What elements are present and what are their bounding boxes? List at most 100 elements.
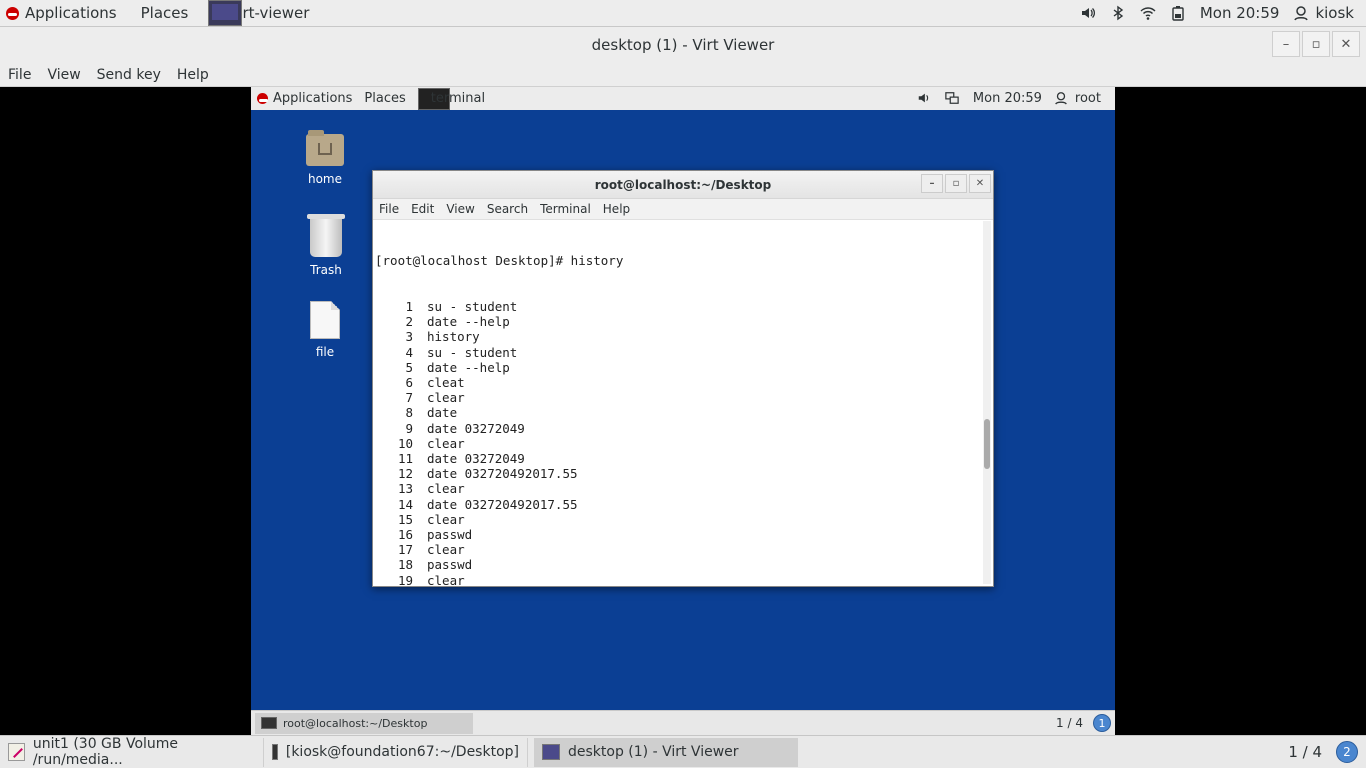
history-row: 6 cleat bbox=[375, 375, 983, 390]
window-title: desktop (1) - Virt Viewer bbox=[591, 36, 775, 54]
host-places-menu[interactable]: Places bbox=[129, 0, 201, 27]
history-command: passwd bbox=[427, 557, 473, 573]
guest-notification-badge[interactable]: 1 bbox=[1093, 714, 1111, 732]
history-row: 10 clear bbox=[375, 436, 983, 451]
trash-icon bbox=[307, 214, 345, 257]
host-taskbar-kiosk-terminal-label: [kiosk@foundation67:~/Desktop] bbox=[285, 744, 519, 760]
history-number: 18 bbox=[397, 557, 413, 573]
guest-network-icon[interactable] bbox=[945, 91, 961, 107]
host-notification-badge[interactable]: 2 bbox=[1336, 741, 1358, 763]
terminal-output[interactable]: [root@localhost Desktop]# history 1 su - … bbox=[373, 221, 983, 586]
history-row: 19 clear bbox=[375, 573, 983, 586]
terminal-scrollbar[interactable] bbox=[983, 221, 991, 584]
wifi-icon[interactable] bbox=[1140, 5, 1156, 21]
history-number: 2 bbox=[405, 314, 413, 330]
terminal-menu-view[interactable]: View bbox=[440, 202, 480, 216]
history-row: 14 date 032720492017.55 bbox=[375, 497, 983, 512]
guest-user-icon bbox=[1054, 91, 1070, 107]
terminal-menu-terminal[interactable]: Terminal bbox=[534, 202, 597, 216]
battery-icon[interactable] bbox=[1170, 5, 1186, 21]
guest-user-label: root bbox=[1074, 91, 1101, 106]
host-taskbar-kiosk-terminal[interactable]: [kiosk@foundation67:~/Desktop] bbox=[264, 737, 528, 767]
history-command: clear bbox=[427, 390, 465, 406]
terminal-close-icon[interactable]: ✕ bbox=[969, 174, 991, 193]
host-workspace-switcher[interactable]: 1 / 4 2 bbox=[1288, 741, 1366, 763]
desktop-icon-file[interactable]: file bbox=[295, 301, 355, 359]
menu-view[interactable]: View bbox=[39, 67, 88, 83]
window-controls: – ▫ ✕ bbox=[1272, 31, 1360, 57]
guest-applications-menu[interactable]: Applications bbox=[251, 91, 358, 106]
host-taskbar-virt-viewer-label: desktop (1) - Virt Viewer bbox=[568, 744, 739, 760]
host-topbar-task-virt-viewer[interactable]: Virt-viewer bbox=[200, 0, 317, 26]
history-number: 16 bbox=[397, 527, 413, 543]
history-row: 9 date 03272049 bbox=[375, 421, 983, 436]
guest-bottom-panel: root@localhost:~/Desktop 1 / 4 1 bbox=[251, 710, 1115, 735]
history-row: 13 clear bbox=[375, 481, 983, 496]
host-user-label: kiosk bbox=[1315, 4, 1354, 22]
user-icon bbox=[1293, 5, 1309, 21]
desktop-icon-trash[interactable]: Trash bbox=[296, 214, 356, 277]
bluetooth-icon[interactable] bbox=[1110, 5, 1126, 21]
history-command: clear bbox=[427, 572, 465, 586]
terminal-window[interactable]: root@localhost:~/Desktop – ▫ ✕ File Edit… bbox=[372, 170, 994, 587]
history-number: 6 bbox=[405, 375, 413, 391]
terminal-menu-file[interactable]: File bbox=[373, 202, 405, 216]
history-number: 17 bbox=[397, 542, 413, 558]
terminal-scrollbar-thumb[interactable] bbox=[984, 419, 990, 469]
history-row: 18 passwd bbox=[375, 557, 983, 572]
terminal-titlebar[interactable]: root@localhost:~/Desktop – ▫ ✕ bbox=[373, 171, 993, 199]
host-clock[interactable]: Mon 20:59 bbox=[1200, 4, 1280, 22]
volume-icon[interactable] bbox=[1080, 5, 1096, 21]
history-row: 16 passwd bbox=[375, 527, 983, 542]
terminal-prompt-line: [root@localhost Desktop]# history bbox=[375, 253, 624, 269]
host-applications-menu[interactable]: Applications bbox=[0, 0, 129, 27]
history-row: 5 date --help bbox=[375, 360, 983, 375]
desktop-icon-home[interactable]: home bbox=[295, 130, 355, 186]
guest-top-panel: Applications Places terminal Mon 20:59 r… bbox=[251, 87, 1115, 110]
home-folder-icon bbox=[306, 130, 344, 166]
desktop-icon-file-label: file bbox=[315, 345, 335, 359]
host-workspace-label: 1 / 4 bbox=[1288, 743, 1322, 761]
host-status-area: Mon 20:59 kiosk bbox=[1080, 4, 1366, 22]
redhat-logo-icon bbox=[6, 6, 19, 20]
guest-user-menu[interactable]: root bbox=[1054, 91, 1101, 107]
guest-status-area: Mon 20:59 root bbox=[917, 91, 1115, 107]
terminal-minimize-icon[interactable]: – bbox=[921, 174, 943, 193]
guest-redhat-logo-icon bbox=[257, 93, 268, 104]
guest-clock[interactable]: Mon 20:59 bbox=[973, 91, 1042, 106]
guest-taskbar-terminal-label: root@localhost:~/Desktop bbox=[283, 716, 428, 730]
terminal-menu-edit[interactable]: Edit bbox=[405, 202, 440, 216]
guest-topbar-task-terminal[interactable]: terminal bbox=[412, 87, 491, 110]
guest-applications-label: Applications bbox=[273, 91, 353, 106]
host-taskbar-virt-viewer[interactable]: desktop (1) - Virt Viewer bbox=[534, 737, 798, 767]
desktop-icon-home-label: home bbox=[307, 172, 343, 186]
menu-help[interactable]: Help bbox=[169, 67, 217, 83]
close-icon[interactable]: ✕ bbox=[1332, 31, 1360, 57]
virt-viewer-thumbnail-icon bbox=[208, 0, 243, 26]
maximize-icon[interactable]: ▫ bbox=[1302, 31, 1330, 57]
history-command: date --help bbox=[427, 359, 510, 375]
guest-display[interactable]: Applications Places terminal Mon 20:59 r… bbox=[251, 87, 1115, 735]
terminal-menu-search[interactable]: Search bbox=[481, 202, 534, 216]
file-icon bbox=[310, 301, 340, 339]
virt-viewer-titlebar[interactable]: desktop (1) - Virt Viewer – ▫ ✕ bbox=[0, 27, 1366, 63]
menu-send-key[interactable]: Send key bbox=[89, 67, 169, 83]
history-command: date 03272049 bbox=[427, 451, 525, 467]
host-applications-label: Applications bbox=[25, 4, 117, 22]
guest-taskbar-terminal[interactable]: root@localhost:~/Desktop bbox=[255, 712, 473, 734]
history-row: 2 date --help bbox=[375, 314, 983, 329]
history-row: 12 date 032720492017.55 bbox=[375, 466, 983, 481]
terminal-maximize-icon[interactable]: ▫ bbox=[945, 174, 967, 193]
host-taskbar-unit1[interactable]: unit1 (30 GB Volume /run/media... bbox=[0, 736, 264, 768]
history-row: 17 clear bbox=[375, 542, 983, 557]
terminal-menu-help[interactable]: Help bbox=[597, 202, 636, 216]
host-user-menu[interactable]: kiosk bbox=[1293, 4, 1354, 22]
history-command: passwd bbox=[427, 527, 473, 543]
history-row: 4 su - student bbox=[375, 345, 983, 360]
guest-volume-icon[interactable] bbox=[917, 91, 933, 107]
minimize-icon[interactable]: – bbox=[1272, 31, 1300, 57]
guest-places-menu[interactable]: Places bbox=[358, 91, 411, 106]
guest-workspace-switcher[interactable]: 1 / 4 1 bbox=[1056, 714, 1115, 732]
menu-file[interactable]: File bbox=[0, 67, 39, 83]
terminal-window-controls: – ▫ ✕ bbox=[921, 174, 991, 193]
